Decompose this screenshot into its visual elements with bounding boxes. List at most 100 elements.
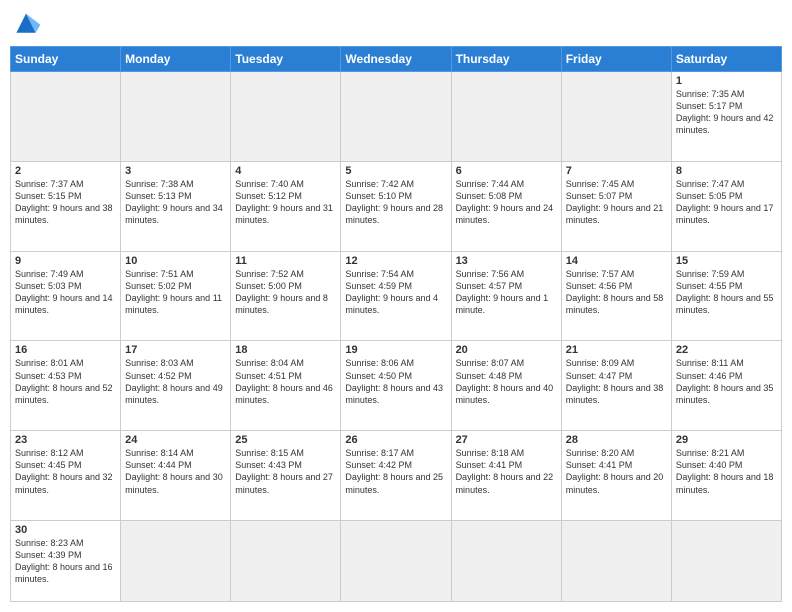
- day-number: 4: [235, 165, 336, 177]
- day-info: Sunrise: 8:11 AM Sunset: 4:46 PM Dayligh…: [676, 357, 777, 406]
- calendar-week-row: 2Sunrise: 7:37 AM Sunset: 5:15 PM Daylig…: [11, 161, 782, 251]
- day-number: 2: [15, 165, 116, 177]
- day-number: 12: [345, 255, 446, 267]
- day-info: Sunrise: 7:40 AM Sunset: 5:12 PM Dayligh…: [235, 178, 336, 227]
- calendar-cell: 7Sunrise: 7:45 AM Sunset: 5:07 PM Daylig…: [561, 161, 671, 251]
- header: [10, 10, 782, 38]
- day-number: 28: [566, 434, 667, 446]
- day-info: Sunrise: 8:03 AM Sunset: 4:52 PM Dayligh…: [125, 357, 226, 406]
- day-info: Sunrise: 8:09 AM Sunset: 4:47 PM Dayligh…: [566, 357, 667, 406]
- day-info: Sunrise: 7:56 AM Sunset: 4:57 PM Dayligh…: [456, 268, 557, 317]
- day-number: 14: [566, 255, 667, 267]
- day-number: 6: [456, 165, 557, 177]
- day-info: Sunrise: 7:42 AM Sunset: 5:10 PM Dayligh…: [345, 178, 446, 227]
- calendar-cell: 6Sunrise: 7:44 AM Sunset: 5:08 PM Daylig…: [451, 161, 561, 251]
- day-info: Sunrise: 7:35 AM Sunset: 5:17 PM Dayligh…: [676, 88, 777, 137]
- day-info: Sunrise: 7:45 AM Sunset: 5:07 PM Dayligh…: [566, 178, 667, 227]
- day-info: Sunrise: 7:57 AM Sunset: 4:56 PM Dayligh…: [566, 268, 667, 317]
- day-number: 8: [676, 165, 777, 177]
- day-number: 21: [566, 344, 667, 356]
- calendar-cell: 5Sunrise: 7:42 AM Sunset: 5:10 PM Daylig…: [341, 161, 451, 251]
- day-info: Sunrise: 7:51 AM Sunset: 5:02 PM Dayligh…: [125, 268, 226, 317]
- day-info: Sunrise: 8:07 AM Sunset: 4:48 PM Dayligh…: [456, 357, 557, 406]
- day-number: 29: [676, 434, 777, 446]
- day-number: 5: [345, 165, 446, 177]
- day-number: 1: [676, 75, 777, 87]
- calendar-cell: [341, 72, 451, 162]
- calendar-week-row: 9Sunrise: 7:49 AM Sunset: 5:03 PM Daylig…: [11, 251, 782, 341]
- calendar-cell: 11Sunrise: 7:52 AM Sunset: 5:00 PM Dayli…: [231, 251, 341, 341]
- calendar-cell: [11, 72, 121, 162]
- calendar-cell: 26Sunrise: 8:17 AM Sunset: 4:42 PM Dayli…: [341, 431, 451, 521]
- day-info: Sunrise: 8:01 AM Sunset: 4:53 PM Dayligh…: [15, 357, 116, 406]
- page: SundayMondayTuesdayWednesdayThursdayFrid…: [0, 0, 792, 612]
- calendar-cell: [451, 520, 561, 601]
- col-header-wednesday: Wednesday: [341, 47, 451, 72]
- calendar-cell: 30Sunrise: 8:23 AM Sunset: 4:39 PM Dayli…: [11, 520, 121, 601]
- calendar-table: SundayMondayTuesdayWednesdayThursdayFrid…: [10, 46, 782, 602]
- day-number: 16: [15, 344, 116, 356]
- calendar-cell: [671, 520, 781, 601]
- calendar-cell: 23Sunrise: 8:12 AM Sunset: 4:45 PM Dayli…: [11, 431, 121, 521]
- calendar-cell: 28Sunrise: 8:20 AM Sunset: 4:41 PM Dayli…: [561, 431, 671, 521]
- calendar-cell: 24Sunrise: 8:14 AM Sunset: 4:44 PM Dayli…: [121, 431, 231, 521]
- day-number: 24: [125, 434, 226, 446]
- day-info: Sunrise: 8:12 AM Sunset: 4:45 PM Dayligh…: [15, 447, 116, 496]
- logo-icon: [10, 10, 42, 38]
- day-info: Sunrise: 7:38 AM Sunset: 5:13 PM Dayligh…: [125, 178, 226, 227]
- calendar-cell: 8Sunrise: 7:47 AM Sunset: 5:05 PM Daylig…: [671, 161, 781, 251]
- day-number: 27: [456, 434, 557, 446]
- calendar-cell: 1Sunrise: 7:35 AM Sunset: 5:17 PM Daylig…: [671, 72, 781, 162]
- col-header-thursday: Thursday: [451, 47, 561, 72]
- day-info: Sunrise: 7:44 AM Sunset: 5:08 PM Dayligh…: [456, 178, 557, 227]
- col-header-saturday: Saturday: [671, 47, 781, 72]
- day-info: Sunrise: 8:18 AM Sunset: 4:41 PM Dayligh…: [456, 447, 557, 496]
- calendar-cell: 9Sunrise: 7:49 AM Sunset: 5:03 PM Daylig…: [11, 251, 121, 341]
- day-number: 7: [566, 165, 667, 177]
- day-info: Sunrise: 7:52 AM Sunset: 5:00 PM Dayligh…: [235, 268, 336, 317]
- calendar-cell: [121, 520, 231, 601]
- col-header-tuesday: Tuesday: [231, 47, 341, 72]
- calendar-cell: 10Sunrise: 7:51 AM Sunset: 5:02 PM Dayli…: [121, 251, 231, 341]
- calendar-cell: 13Sunrise: 7:56 AM Sunset: 4:57 PM Dayli…: [451, 251, 561, 341]
- calendar-cell: 20Sunrise: 8:07 AM Sunset: 4:48 PM Dayli…: [451, 341, 561, 431]
- day-info: Sunrise: 7:59 AM Sunset: 4:55 PM Dayligh…: [676, 268, 777, 317]
- calendar-cell: 27Sunrise: 8:18 AM Sunset: 4:41 PM Dayli…: [451, 431, 561, 521]
- day-info: Sunrise: 8:17 AM Sunset: 4:42 PM Dayligh…: [345, 447, 446, 496]
- day-number: 11: [235, 255, 336, 267]
- day-number: 13: [456, 255, 557, 267]
- day-number: 26: [345, 434, 446, 446]
- calendar-cell: [451, 72, 561, 162]
- col-header-sunday: Sunday: [11, 47, 121, 72]
- calendar-cell: 15Sunrise: 7:59 AM Sunset: 4:55 PM Dayli…: [671, 251, 781, 341]
- calendar-week-row: 30Sunrise: 8:23 AM Sunset: 4:39 PM Dayli…: [11, 520, 782, 601]
- day-info: Sunrise: 7:37 AM Sunset: 5:15 PM Dayligh…: [15, 178, 116, 227]
- day-info: Sunrise: 7:54 AM Sunset: 4:59 PM Dayligh…: [345, 268, 446, 317]
- calendar-header-row: SundayMondayTuesdayWednesdayThursdayFrid…: [11, 47, 782, 72]
- calendar-cell: 18Sunrise: 8:04 AM Sunset: 4:51 PM Dayli…: [231, 341, 341, 431]
- calendar-cell: 3Sunrise: 7:38 AM Sunset: 5:13 PM Daylig…: [121, 161, 231, 251]
- calendar-cell: 29Sunrise: 8:21 AM Sunset: 4:40 PM Dayli…: [671, 431, 781, 521]
- day-info: Sunrise: 8:06 AM Sunset: 4:50 PM Dayligh…: [345, 357, 446, 406]
- day-number: 30: [15, 524, 116, 536]
- day-info: Sunrise: 8:21 AM Sunset: 4:40 PM Dayligh…: [676, 447, 777, 496]
- day-number: 22: [676, 344, 777, 356]
- calendar-week-row: 23Sunrise: 8:12 AM Sunset: 4:45 PM Dayli…: [11, 431, 782, 521]
- day-number: 9: [15, 255, 116, 267]
- day-number: 23: [15, 434, 116, 446]
- day-number: 15: [676, 255, 777, 267]
- day-number: 3: [125, 165, 226, 177]
- day-info: Sunrise: 7:49 AM Sunset: 5:03 PM Dayligh…: [15, 268, 116, 317]
- calendar-cell: 2Sunrise: 7:37 AM Sunset: 5:15 PM Daylig…: [11, 161, 121, 251]
- calendar-cell: [341, 520, 451, 601]
- calendar-cell: [121, 72, 231, 162]
- day-info: Sunrise: 7:47 AM Sunset: 5:05 PM Dayligh…: [676, 178, 777, 227]
- day-number: 17: [125, 344, 226, 356]
- col-header-monday: Monday: [121, 47, 231, 72]
- calendar-cell: [561, 72, 671, 162]
- calendar-cell: 4Sunrise: 7:40 AM Sunset: 5:12 PM Daylig…: [231, 161, 341, 251]
- day-info: Sunrise: 8:14 AM Sunset: 4:44 PM Dayligh…: [125, 447, 226, 496]
- calendar-cell: 22Sunrise: 8:11 AM Sunset: 4:46 PM Dayli…: [671, 341, 781, 431]
- calendar-cell: [231, 72, 341, 162]
- day-info: Sunrise: 8:20 AM Sunset: 4:41 PM Dayligh…: [566, 447, 667, 496]
